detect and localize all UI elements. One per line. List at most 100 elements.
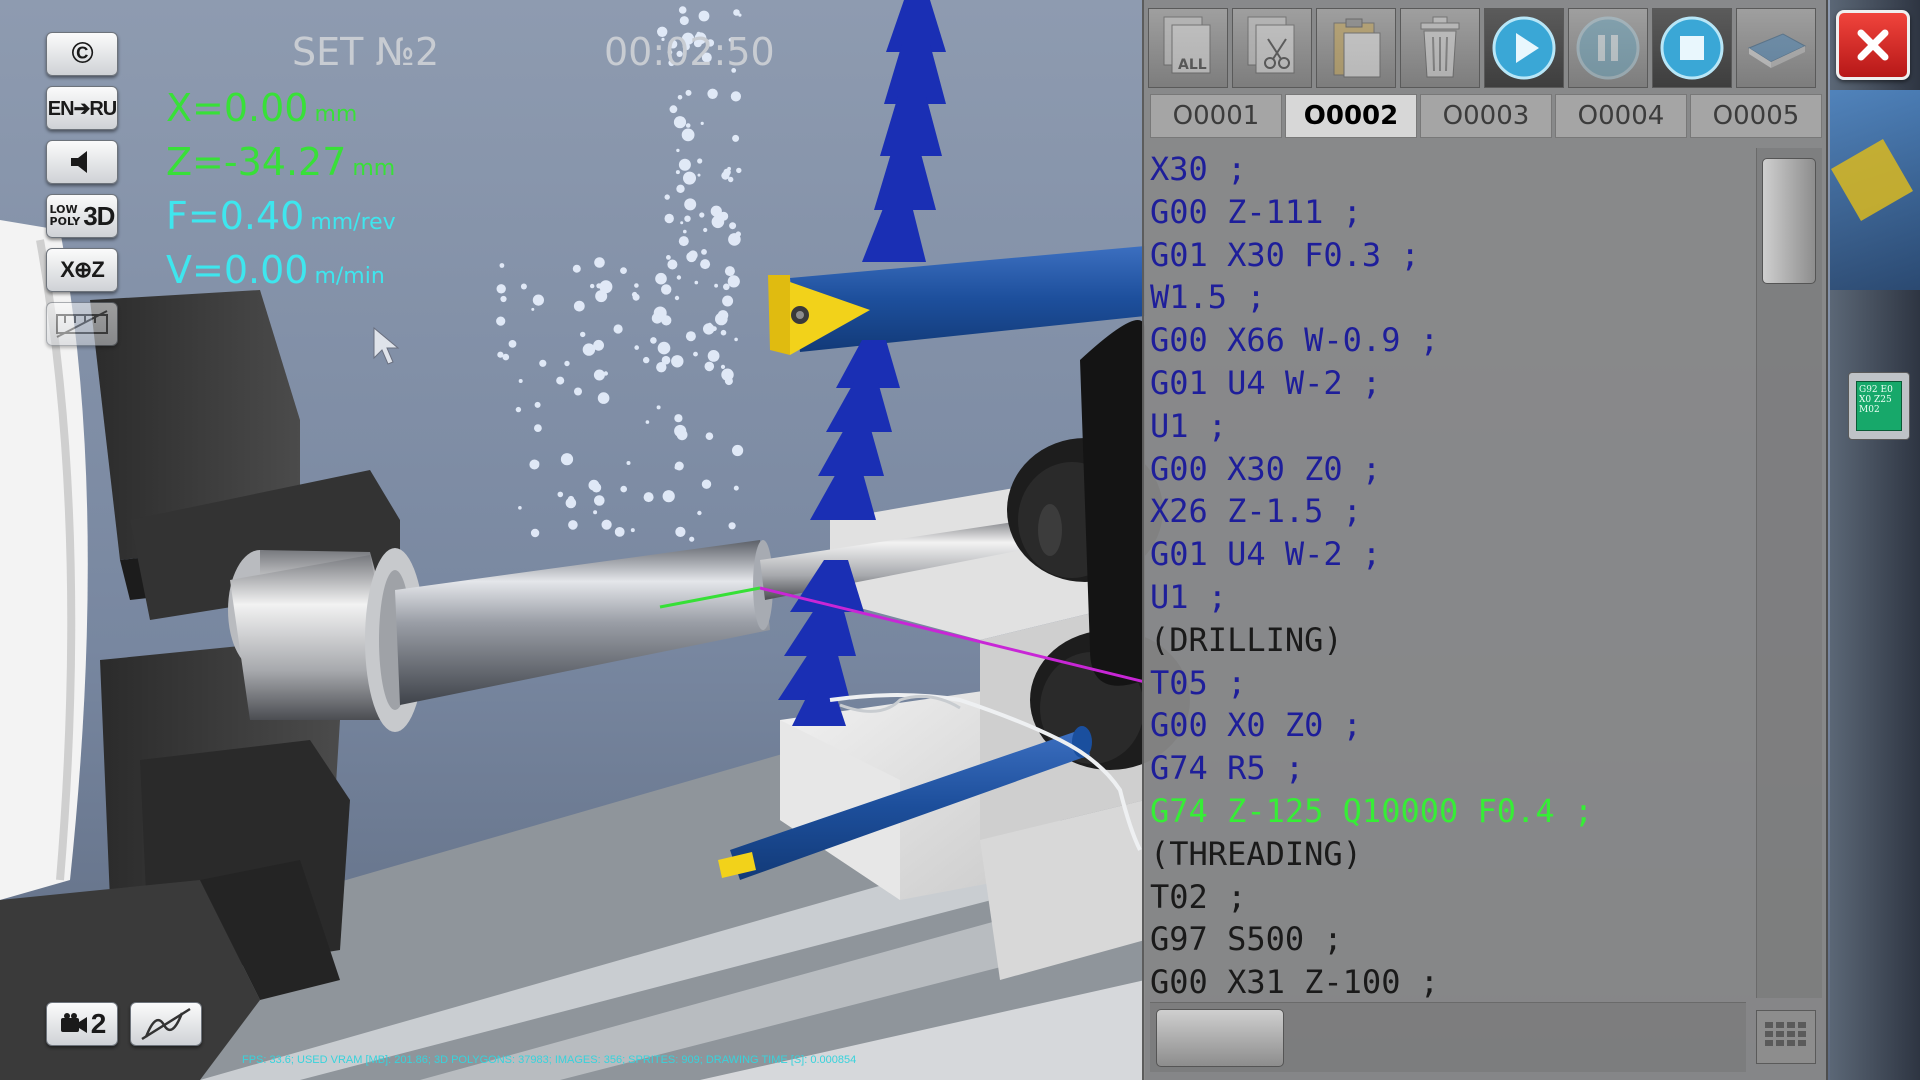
code-line[interactable]: (DRILLING): [1150, 619, 1740, 662]
tab-o0004[interactable]: O0004: [1555, 94, 1687, 138]
tab-o0001[interactable]: O0001: [1150, 94, 1282, 138]
feed-readout: F=0.40 mm/rev: [166, 194, 396, 238]
code-line[interactable]: G00 X66 W-0.9 ;: [1150, 319, 1740, 362]
keypad-button[interactable]: [1756, 1010, 1816, 1064]
measure-button[interactable]: [46, 302, 118, 346]
vertical-scrollbar[interactable]: [1756, 148, 1822, 998]
code-line[interactable]: G97 S500 ;: [1150, 918, 1740, 961]
tab-o0005[interactable]: O0005: [1690, 94, 1822, 138]
code-line[interactable]: U1 ;: [1150, 576, 1740, 619]
coolant-droplet: [733, 485, 739, 491]
camera-icon: [60, 1013, 87, 1033]
coolant-droplet: [594, 257, 605, 268]
manual-button[interactable]: [1736, 8, 1816, 88]
x-readout: X=0.00 mm: [166, 86, 358, 130]
coolant-droplet: [500, 295, 507, 303]
coolant-droplet: [594, 495, 605, 506]
code-line[interactable]: X26 Z-1.5 ;: [1150, 490, 1740, 533]
coolant-droplet: [601, 519, 612, 530]
coolant-droplet: [508, 340, 517, 348]
code-line[interactable]: G00 Z-111 ;: [1150, 191, 1740, 234]
code-line[interactable]: G01 U4 W-2 ;: [1150, 362, 1740, 405]
coolant-droplet: [676, 429, 688, 441]
coolant-droplet: [674, 465, 679, 470]
3d-label: 3D: [83, 200, 115, 231]
code-line[interactable]: (THREADING): [1150, 833, 1740, 876]
code-line[interactable]: G00 X0 Z0 ;: [1150, 704, 1740, 747]
coolant-droplet: [676, 148, 680, 153]
coolant-droplet: [724, 266, 735, 277]
coolant-droplet: [666, 255, 671, 260]
svg-text:ALL: ALL: [1178, 57, 1207, 73]
coolant-droplet: [681, 128, 695, 142]
coolant-droplet: [662, 490, 675, 503]
coolant-droplet: [729, 222, 737, 230]
code-line[interactable]: G74 R5 ;: [1150, 747, 1740, 790]
stop-button[interactable]: [1652, 8, 1732, 88]
code-line[interactable]: U1 ;: [1150, 405, 1740, 448]
coolant-droplet: [650, 337, 657, 344]
coolant-droplet: [704, 361, 715, 372]
toolpath-toggle-button[interactable]: [130, 1002, 202, 1046]
sound-toggle-button[interactable]: [46, 140, 118, 184]
coolant-droplet: [678, 236, 689, 247]
close-button[interactable]: [1836, 10, 1910, 80]
language-toggle-button[interactable]: EN➔RU: [46, 86, 118, 130]
low-poly-3d-button[interactable]: LOW POLY 3D: [46, 194, 118, 238]
coolant-droplet: [707, 88, 718, 100]
play-button[interactable]: [1484, 8, 1564, 88]
horizontal-scrollbar[interactable]: [1150, 1002, 1746, 1072]
horizontal-scroll-thumb[interactable]: [1156, 1009, 1284, 1067]
select-all-button[interactable]: ALL: [1148, 8, 1228, 88]
axis-view-button[interactable]: X⊕Z: [46, 248, 118, 292]
coolant-droplet: [694, 280, 699, 285]
cut-button[interactable]: [1232, 8, 1312, 88]
coolant-droplet: [710, 205, 722, 217]
code-line[interactable]: T02 ;: [1150, 876, 1740, 919]
coolant-droplet: [499, 263, 505, 268]
coolant-droplet: [620, 485, 627, 493]
coolant-droplet: [630, 528, 635, 533]
coolant-droplet: [515, 406, 522, 413]
tab-o0002[interactable]: O0002: [1285, 94, 1417, 138]
close-icon: [1857, 29, 1889, 61]
code-line[interactable]: T05 ;: [1150, 662, 1740, 705]
coolant-droplet: [580, 331, 586, 338]
coolant-droplet: [667, 259, 678, 270]
coolant-droplet: [693, 351, 698, 357]
coolant-droplet: [707, 322, 712, 328]
coolant-droplet: [728, 233, 741, 246]
delete-button[interactable]: [1400, 8, 1480, 88]
current-code-line[interactable]: G74 Z-125 Q10000 F0.4 ;: [1150, 790, 1740, 833]
vertical-scroll-thumb[interactable]: [1762, 158, 1816, 284]
coolant-droplet: [496, 284, 506, 294]
gcode-listing[interactable]: X30 ; G00 Z-111 ; G01 X30 F0.3 ; W1.5 ; G00 …: [1150, 148, 1740, 998]
code-line[interactable]: G01 X30 F0.3 ;: [1150, 234, 1740, 277]
code-line[interactable]: W1.5 ;: [1150, 276, 1740, 319]
coolant-droplet: [595, 290, 608, 303]
tab-o0003[interactable]: O0003: [1420, 94, 1552, 138]
coolant-droplet: [597, 392, 610, 404]
camera-select-button[interactable]: 2: [46, 1002, 118, 1046]
coolant-droplet: [531, 307, 535, 311]
paste-button[interactable]: [1316, 8, 1396, 88]
coolant-droplet: [730, 91, 742, 102]
coolant-droplet: [701, 249, 707, 255]
coolant-droplet: [689, 536, 695, 542]
gcode-reference-button[interactable]: G92 E0 X0 Z25 M02: [1848, 372, 1910, 440]
set-label: SET №2: [292, 30, 440, 74]
code-line[interactable]: G01 U4 W-2 ;: [1150, 533, 1740, 576]
code-line[interactable]: G00 X31 Z-100 ;: [1150, 961, 1740, 998]
coolant-droplet: [560, 453, 574, 466]
coolant-droplet: [714, 283, 718, 288]
coolant-droplet: [674, 414, 683, 423]
copyright-button[interactable]: ©: [46, 32, 118, 76]
coolant-droplet: [678, 158, 691, 171]
poly-label: POLY: [49, 215, 81, 228]
pause-button[interactable]: [1568, 8, 1648, 88]
code-line[interactable]: G00 X30 Z0 ;: [1150, 448, 1740, 491]
coolant-droplet: [697, 158, 703, 164]
code-line[interactable]: X30 ;: [1150, 148, 1740, 191]
coolant-droplet: [674, 295, 680, 301]
coolant-droplet: [724, 377, 733, 386]
